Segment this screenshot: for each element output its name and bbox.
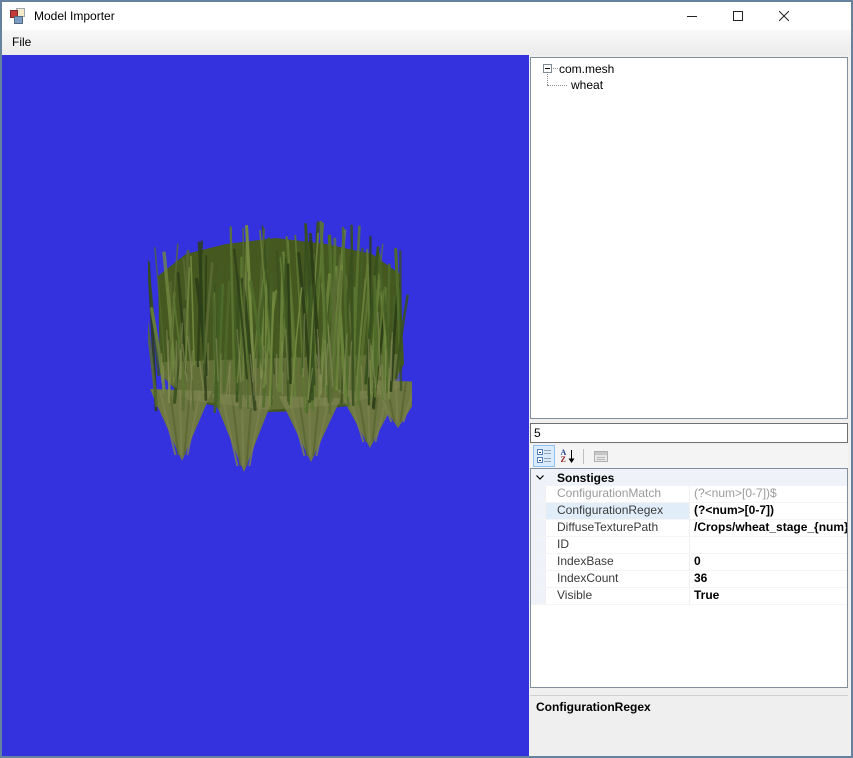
tree-node-com-mesh[interactable]: com.mesh <box>559 61 614 77</box>
property-name: ConfigurationRegex <box>546 503 690 519</box>
alphabetical-sort-icon: AZ <box>561 448 576 464</box>
menu-item-file[interactable]: File <box>2 30 41 55</box>
property-name: IndexCount <box>546 571 690 587</box>
property-name: Visible <box>546 588 690 604</box>
config-value-input[interactable] <box>530 423 848 443</box>
model-importer-window: Model Importer File com.mesh wheat 5 A Z… <box>0 0 853 758</box>
property-row-diffusetexturepath[interactable]: DiffuseTexturePath /Crops/wheat_stage_{n… <box>531 520 847 537</box>
property-value[interactable]: True <box>690 588 847 604</box>
property-value[interactable]: (?<num>[0-7]) <box>690 503 847 519</box>
minimize-icon <box>687 16 697 17</box>
category-label: Sonstiges <box>557 470 615 485</box>
categorized-icon <box>537 449 551 463</box>
tree-connector <box>547 85 567 87</box>
property-pages-icon <box>594 450 608 462</box>
minimize-button[interactable] <box>669 2 715 30</box>
property-description-panel: ConfigurationRegex <box>530 695 848 756</box>
selected-property-name: ConfigurationRegex <box>536 700 651 714</box>
property-grid: Sonstiges ConfigurationMatch (?<num>[0-7… <box>530 468 848 688</box>
property-name: ConfigurationMatch <box>546 486 690 502</box>
alphabetical-sort-button[interactable]: AZ <box>557 445 579 467</box>
property-row-configurationmatch[interactable]: ConfigurationMatch (?<num>[0-7])$ <box>531 486 847 503</box>
maximize-icon <box>733 11 743 21</box>
category-row-sonstiges[interactable]: Sonstiges <box>531 469 847 486</box>
property-name: ID <box>546 537 690 553</box>
menu-bar: File <box>2 30 851 55</box>
property-row-configurationregex[interactable]: ConfigurationRegex (?<num>[0-7]) <box>531 503 847 520</box>
property-row-indexcount[interactable]: IndexCount 36 <box>531 571 847 588</box>
tree-collapse-toggle[interactable] <box>543 64 552 73</box>
wheat-model <box>148 220 412 472</box>
tree-node-wheat[interactable]: wheat <box>571 77 603 93</box>
tree-connector <box>553 68 558 70</box>
title-bar: Model Importer <box>2 2 851 30</box>
toolbar-separator <box>583 449 584 464</box>
tree-connector <box>547 74 549 85</box>
close-icon <box>779 11 789 21</box>
property-row-indexbase[interactable]: IndexBase 0 <box>531 554 847 571</box>
property-row-visible[interactable]: Visible True <box>531 588 847 605</box>
property-value[interactable] <box>690 537 847 553</box>
property-value[interactable]: /Crops/wheat_stage_{num} <box>690 520 847 536</box>
model-viewport[interactable] <box>2 55 529 756</box>
property-value[interactable]: 0 <box>690 554 847 570</box>
property-grid-toolbar: AZ <box>530 445 848 468</box>
property-name: DiffuseTexturePath <box>546 520 690 536</box>
scene-tree[interactable]: com.mesh wheat <box>530 57 848 419</box>
property-row-id[interactable]: ID <box>531 537 847 554</box>
maximize-button[interactable] <box>715 2 761 30</box>
property-pages-button[interactable] <box>590 445 612 467</box>
property-value: (?<num>[0-7])$ <box>694 486 777 500</box>
app-icon <box>10 8 26 24</box>
property-value[interactable]: 36 <box>690 571 847 587</box>
categorized-button[interactable] <box>533 445 555 467</box>
property-name: IndexBase <box>546 554 690 570</box>
close-button[interactable] <box>761 2 807 30</box>
window-title: Model Importer <box>34 9 115 23</box>
chevron-down-icon[interactable] <box>531 475 549 480</box>
